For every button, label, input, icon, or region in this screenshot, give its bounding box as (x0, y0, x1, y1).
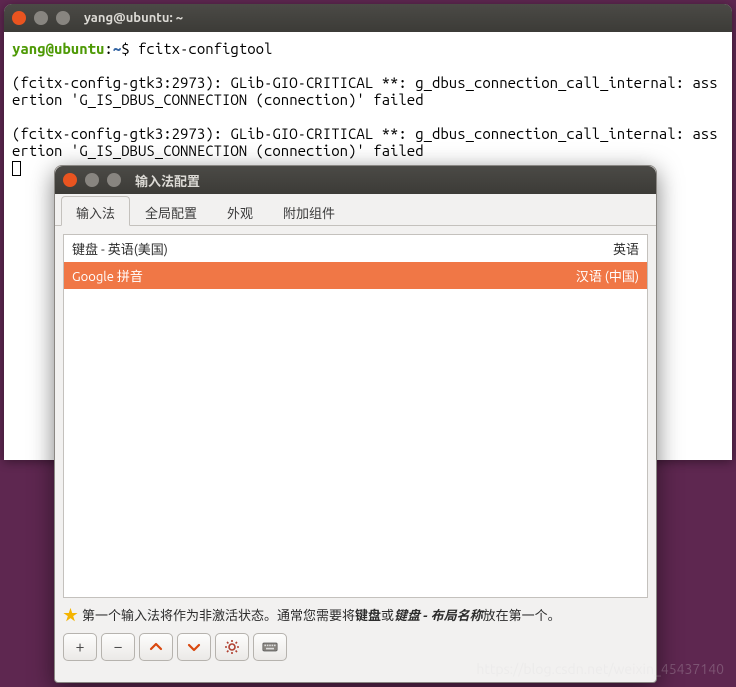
chevron-down-icon (186, 639, 202, 655)
gear-icon (224, 639, 240, 655)
settings-button[interactable] (215, 633, 249, 661)
list-item[interactable]: 键盘 - 英语(美国) 英语 (64, 235, 647, 262)
output-line-2: (fcitx-config-gtk3:2973): GLib-GIO-CRITI… (12, 125, 718, 159)
tab-addons[interactable]: 附加组件 (268, 196, 350, 225)
output-line-1: (fcitx-config-gtk3:2973): GLib-GIO-CRITI… (12, 74, 718, 108)
remove-button[interactable]: − (101, 633, 135, 661)
hint-bar: ★ 第一个输入法将作为非激活状态。通常您需要将键盘或键盘 - 布局名称放在第一个… (55, 602, 656, 629)
close-icon[interactable] (12, 11, 26, 25)
hint-text: 第一个输入法将作为非激活状态。通常您需要将键盘或键盘 - 布局名称放在第一个。 (82, 605, 561, 624)
config-titlebar: 输入法配置 (55, 166, 656, 194)
im-name: Google 拼音 (72, 266, 143, 285)
im-lang: 汉语 (中国) (576, 266, 639, 285)
keyboard-button[interactable] (253, 633, 287, 661)
move-up-button[interactable] (139, 633, 173, 661)
list-item[interactable]: Google 拼音 汉语 (中国) (64, 262, 647, 289)
terminal-cursor (12, 161, 21, 176)
im-name: 键盘 - 英语(美国) (72, 239, 168, 258)
command-text: fcitx-configtool (138, 40, 272, 57)
im-lang: 英语 (613, 239, 639, 258)
plus-icon: + (75, 638, 84, 656)
chevron-up-icon (148, 639, 164, 655)
input-method-list[interactable]: 键盘 - 英语(美国) 英语 Google 拼音 汉语 (中国) (63, 234, 648, 598)
toolbar: + − (55, 629, 656, 669)
tab-appearance[interactable]: 外观 (212, 196, 268, 225)
tab-input-method[interactable]: 输入法 (61, 196, 130, 226)
terminal-titlebar: yang@ubuntu: ~ (4, 4, 732, 32)
config-title: 输入法配置 (135, 171, 200, 190)
minus-icon: − (113, 638, 122, 656)
star-icon: ★ (63, 604, 78, 625)
prompt-sep: : (104, 40, 112, 57)
maximize-icon[interactable] (56, 11, 70, 25)
move-down-button[interactable] (177, 633, 211, 661)
keyboard-icon (262, 639, 278, 655)
tab-global-config[interactable]: 全局配置 (130, 196, 212, 225)
tab-bar: 输入法 全局配置 外观 附加组件 (55, 194, 656, 226)
prompt-user: yang@ubuntu (12, 40, 104, 57)
prompt-path: ~ (113, 40, 121, 57)
close-icon[interactable] (63, 173, 77, 187)
terminal-title: yang@ubuntu: ~ (84, 11, 183, 25)
add-button[interactable]: + (63, 633, 97, 661)
minimize-icon[interactable] (34, 11, 48, 25)
config-window: 输入法配置 输入法 全局配置 外观 附加组件 键盘 - 英语(美国) 英语 Go… (54, 165, 657, 683)
maximize-icon[interactable] (107, 173, 121, 187)
prompt-dollar: $ (121, 40, 138, 57)
minimize-icon[interactable] (85, 173, 99, 187)
